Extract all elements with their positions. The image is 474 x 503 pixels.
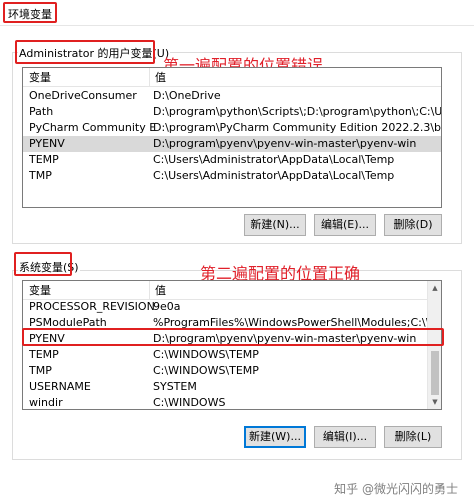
table-row[interactable]: TMP C:\WINDOWS\TEMP xyxy=(23,363,427,379)
user-label-highlight-box xyxy=(15,40,155,64)
user-delete-button[interactable]: 删除(D) xyxy=(384,214,442,236)
column-header-variable[interactable]: 变量 xyxy=(23,281,148,300)
scroll-down-icon[interactable]: ▼ xyxy=(428,395,441,409)
scroll-up-icon[interactable]: ▲ xyxy=(428,281,441,295)
system-list-header: 变量 值 xyxy=(23,281,427,300)
user-edit-button[interactable]: 编辑(E)... xyxy=(314,214,376,236)
column-header-value[interactable]: 值 xyxy=(149,68,166,87)
table-row[interactable]: PyCharm Community Editi... D:\program\Py… xyxy=(23,120,441,136)
table-row[interactable]: PROCESSOR_REVISION 9e0a xyxy=(23,299,427,315)
scroll-thumb[interactable] xyxy=(431,351,439,395)
pyenv-row-highlight-box xyxy=(22,328,444,346)
table-row[interactable]: Path D:\program\python\Scripts\;D:\progr… xyxy=(23,104,441,120)
table-row[interactable]: windir C:\WINDOWS xyxy=(23,395,427,409)
system-edit-button[interactable]: 编辑(I)... xyxy=(314,426,376,448)
system-new-button[interactable]: 新建(W)... xyxy=(244,426,306,448)
user-list-header: 变量 值 xyxy=(23,68,441,87)
column-header-value[interactable]: 值 xyxy=(149,281,166,300)
column-header-variable[interactable]: 变量 xyxy=(23,68,148,87)
environment-variables-window: 环境变量 Administrator 的用户变量(U) 第一遍配置的位置错误 变… xyxy=(0,0,474,503)
table-row[interactable]: TMP C:\Users\Administrator\AppData\Local… xyxy=(23,168,441,184)
table-row[interactable]: OneDriveConsumer D:\OneDrive xyxy=(23,88,441,104)
table-row-selected[interactable]: PYENV D:\program\pyenv\pyenv-win-master\… xyxy=(23,136,441,152)
table-row[interactable]: TEMP C:\WINDOWS\TEMP xyxy=(23,347,427,363)
table-row[interactable]: USERNAME SYSTEM xyxy=(23,379,427,395)
user-new-button[interactable]: 新建(N)... xyxy=(244,214,306,236)
title-bar: 环境变量 xyxy=(0,0,474,26)
table-row[interactable]: TEMP C:\Users\Administrator\AppData\Loca… xyxy=(23,152,441,168)
title-highlight-box xyxy=(3,2,57,23)
system-delete-button[interactable]: 删除(L) xyxy=(384,426,442,448)
watermark: 知乎 @微光闪闪的勇士 xyxy=(334,482,458,496)
system-label-highlight-box xyxy=(14,252,72,276)
user-variables-list[interactable]: 变量 值 OneDriveConsumer D:\OneDrive Path D… xyxy=(22,67,442,208)
